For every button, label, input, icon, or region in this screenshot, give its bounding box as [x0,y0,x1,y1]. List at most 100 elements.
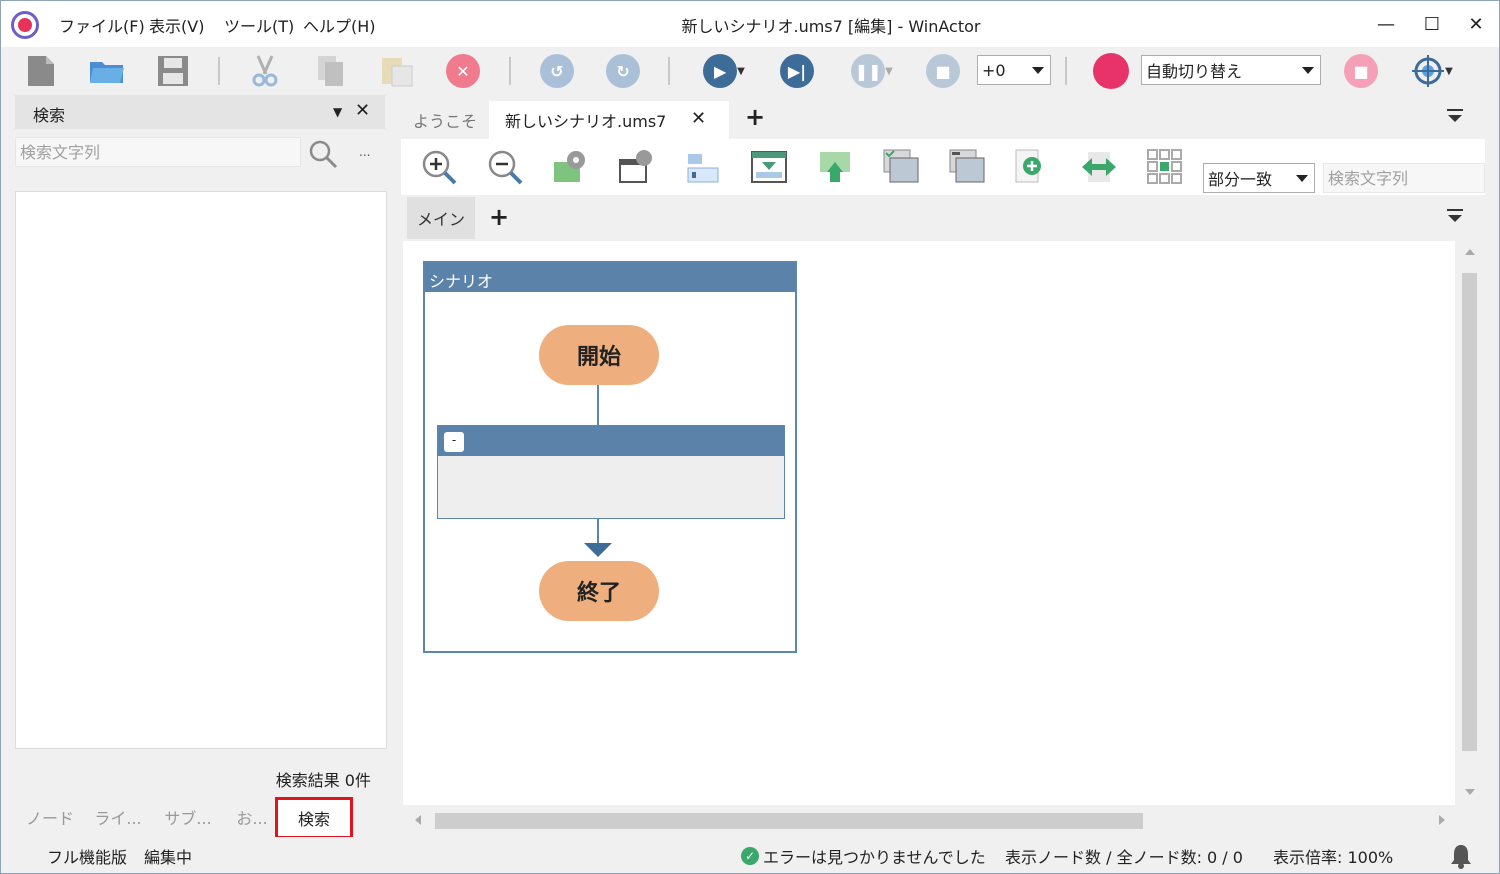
record-button[interactable] [1093,53,1129,89]
search-icon [309,140,338,169]
menu-tools[interactable]: ツール(T) [224,13,294,37]
chevron-down-icon [1302,67,1314,74]
paste-button[interactable] [379,53,415,89]
tab-favorites[interactable]: お... [227,799,277,835]
minimize-button[interactable]: — [1363,9,1409,39]
search-options-button[interactable]: ... [359,145,370,159]
maximize-button[interactable]: ☐ [1409,9,1455,39]
pause-icon: ❚❚ [851,54,886,88]
grid-icon [1147,149,1182,184]
undo-icon: ↺ [540,54,574,88]
add-sheet-button[interactable]: + [489,203,509,231]
toolbar-separator [218,57,220,85]
screen-capture-button[interactable] [749,147,789,187]
menu-help[interactable]: ヘルプ(H) [303,13,376,37]
save-icon [158,56,188,86]
winactor-logo-icon[interactable] [11,11,39,39]
vertical-scroll-thumb[interactable] [1462,273,1477,751]
record-mode-select[interactable]: 自動切り替え [1141,55,1321,85]
chevron-down-icon [1032,67,1044,74]
panel-close-icon[interactable]: ✕ [355,100,370,121]
run-button[interactable]: ▶ ▼ [699,53,749,89]
new-file-button[interactable] [23,53,59,89]
scroll-down-icon[interactable] [1465,789,1475,795]
scenario-group-label: シナリオ [429,272,494,291]
tab-node[interactable]: ノード [19,799,81,835]
tab-subroutine[interactable]: サブ... [157,799,219,835]
error-status: エラーは見つかりませんでした [763,848,986,867]
stop-icon: ■ [926,54,960,88]
resize-button[interactable] [1079,147,1119,187]
image-gear-icon [554,151,585,182]
match-mode-select[interactable]: 部分一致 [1203,163,1315,193]
target-select-button[interactable]: ▼ [1407,53,1457,89]
window-select-button[interactable] [947,147,987,187]
mode-label: 編集中 [144,848,193,867]
tab-welcome[interactable]: ようこそ [401,101,489,139]
redo-icon: ↻ [606,54,640,88]
tab-close-icon[interactable]: ✕ [691,108,706,129]
scenario-group[interactable]: シナリオ 開始 - 終了 [423,261,797,653]
flow-canvas[interactable]: シナリオ 開始 - 終了 [403,241,1455,805]
menu-view[interactable]: 表示(V) [149,13,204,37]
pause-button[interactable]: ❚❚ ▼ [847,53,897,89]
vertical-scrollbar[interactable] [1457,241,1483,805]
panel-menu-chevron-icon[interactable]: ▼ [333,105,342,119]
zoom-in-button[interactable] [419,147,459,187]
window-settings-button[interactable] [617,147,657,187]
empty-group-node[interactable]: - [437,425,785,519]
horizontal-arrows-icon [1082,152,1116,182]
search-input[interactable] [15,137,301,167]
tab-list-menu-icon[interactable] [1447,109,1463,122]
stop-record-button[interactable]: ■ [1343,53,1379,89]
cut-button[interactable] [247,53,283,89]
dropdown-arrow-icon: ▼ [885,65,893,77]
sheet-tabs: メイン + [401,195,1485,239]
tab-scenario[interactable]: 新しいシナリオ.ums7 ✕ [489,101,729,139]
zoom-out-icon [488,150,523,185]
scroll-up-icon[interactable] [1465,249,1475,255]
menu-file[interactable]: ファイル(F) [59,13,145,37]
scenario-group-header: シナリオ [425,263,795,293]
add-node-button[interactable] [1013,147,1053,187]
folder-icon [90,62,124,83]
save-button[interactable] [155,53,191,89]
notification-button[interactable] [1449,843,1473,873]
undo-button[interactable]: ↺ [539,53,575,89]
search-results-list [15,191,387,749]
end-node[interactable]: 終了 [539,561,659,621]
speed-select[interactable]: +0 [977,55,1051,85]
scroll-left-icon[interactable] [415,815,421,825]
tab-main-sheet[interactable]: メイン [407,197,475,239]
main-toolbar: ✕ ↺ ↻ ▶ ▼ ▶| ❚❚ ▼ ■ +0 自動切り替え ■ ▼ [1,47,1499,93]
zoom-out-button[interactable] [485,147,525,187]
grid-button[interactable] [1145,147,1185,187]
node-count: 表示ノード数 / 全ノード数: 0 / 0 [1005,848,1243,867]
close-window-button[interactable]: ✕ [1453,9,1499,39]
tab-search[interactable]: 検索 [275,797,353,839]
image-upload-button[interactable] [815,147,855,187]
start-node[interactable]: 開始 [539,325,659,385]
stop-button[interactable]: ■ [925,53,961,89]
step-run-button[interactable]: ▶| [779,53,815,89]
delete-button[interactable]: ✕ [445,53,481,89]
scroll-right-icon[interactable] [1439,815,1445,825]
image-settings-button[interactable] [551,147,591,187]
zoom-in-icon [422,150,457,185]
tab-library[interactable]: ライ... [87,799,149,835]
add-tab-button[interactable]: + [745,103,765,131]
record-mode-value: 自動切り替え [1146,62,1243,81]
flow-search-input[interactable] [1323,163,1485,193]
open-file-button[interactable] [89,53,125,89]
capture-icon [687,154,719,183]
match-mode-value: 部分一致 [1208,170,1273,189]
horizontal-scrollbar[interactable] [403,807,1455,833]
capture-button[interactable] [683,147,723,187]
window-list-button[interactable] [881,147,921,187]
copy-button[interactable] [313,53,349,89]
search-button[interactable] [307,139,339,173]
collapse-button[interactable]: - [444,432,464,452]
sheet-list-menu-icon[interactable] [1447,209,1463,222]
redo-button[interactable]: ↻ [605,53,641,89]
horizontal-scroll-thumb[interactable] [435,813,1143,829]
